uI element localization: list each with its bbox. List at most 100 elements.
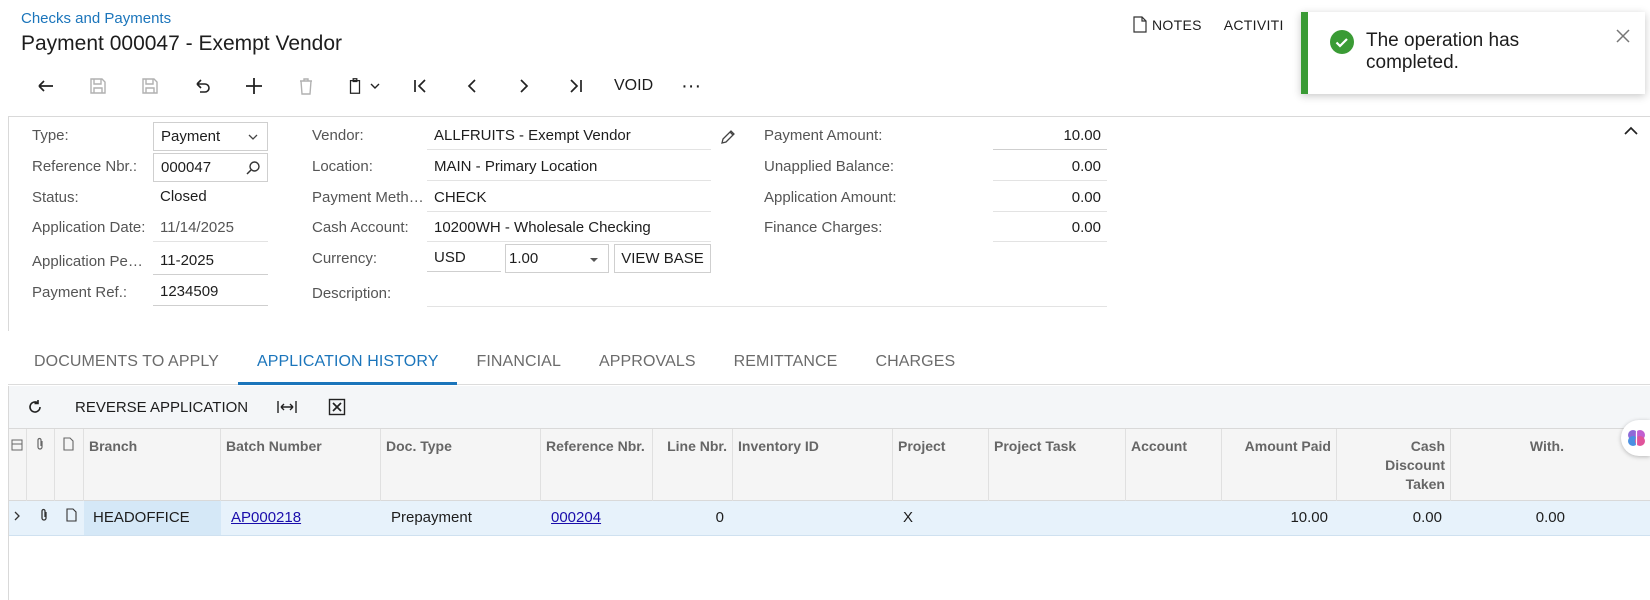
cell-branch[interactable]: HEADOFFICE <box>84 501 221 535</box>
delete-button[interactable] <box>280 70 332 102</box>
col-amount-paid[interactable]: Amount Paid <box>1222 429 1337 501</box>
tab-approvals[interactable]: APPROVALS <box>580 338 715 385</box>
application-history-grid: Branch Batch Number Doc. Type Reference … <box>8 428 1650 600</box>
col-line-nbr[interactable]: Line Nbr. <box>653 429 733 501</box>
reference-nbr-input[interactable]: 000047 <box>153 153 268 182</box>
cell-with: 0.00 <box>1535 509 1565 526</box>
status-label: Status: <box>32 189 79 206</box>
close-icon[interactable] <box>1615 28 1631 44</box>
col-branch[interactable]: Branch <box>84 429 221 501</box>
application-date-label: Application Date: <box>32 219 146 236</box>
cell-amount-paid: 10.00 <box>1290 509 1328 526</box>
description-input[interactable] <box>427 279 1107 307</box>
activities-button[interactable]: ACTIVITI <box>1224 16 1284 33</box>
currency-rate-select[interactable]: 1.00 <box>505 244 609 273</box>
type-select[interactable]: Payment <box>153 122 268 151</box>
first-icon <box>414 79 426 93</box>
cash-account-value[interactable]: 10200WH - Wholesale Checking <box>427 214 711 242</box>
status-value: Closed <box>160 188 207 205</box>
reverse-application-button[interactable]: REVERSE APPLICATION <box>61 386 262 428</box>
top-actions: NOTES ACTIVITI <box>1133 16 1284 33</box>
toast-message: The operation has completed. <box>1366 30 1520 73</box>
save-button[interactable] <box>124 70 176 102</box>
row-note-icon[interactable] <box>61 501 83 535</box>
cell-inventory-id <box>733 501 893 535</box>
location-value[interactable]: MAIN - Primary Location <box>427 153 711 181</box>
success-toast: The operation has completed. <box>1301 12 1645 94</box>
tab-financial[interactable]: FINANCIAL <box>457 338 579 385</box>
notes-header <box>55 429 84 501</box>
refresh-button[interactable] <box>9 386 61 428</box>
pencil-icon[interactable] <box>720 129 736 145</box>
cash-account-label: Cash Account: <box>312 219 409 236</box>
payment-ref-value[interactable]: 1234509 <box>153 278 268 306</box>
search-icon[interactable] <box>245 160 261 176</box>
prev-record-button[interactable] <box>446 70 498 102</box>
tab-remittance[interactable]: REMITTANCE <box>715 338 857 385</box>
row-files-icon[interactable] <box>33 501 55 535</box>
tab-charges[interactable]: CHARGES <box>856 338 974 385</box>
payment-method-label: Payment Meth… <box>312 189 424 206</box>
application-period-label: Application Pe… <box>32 253 143 270</box>
col-project[interactable]: Project <box>893 429 989 501</box>
expand-row-icon[interactable] <box>9 501 27 535</box>
back-button[interactable] <box>20 70 72 102</box>
tab-documents-to-apply[interactable]: DOCUMENTS TO APPLY <box>8 338 238 385</box>
more-button[interactable]: ··· <box>665 70 717 102</box>
location-label: Location: <box>312 158 373 175</box>
col-project-task[interactable]: Project Task <box>989 429 1126 501</box>
view-base-button[interactable]: VIEW BASE <box>614 244 711 273</box>
breadcrumb[interactable]: Checks and Payments <box>21 10 171 27</box>
chevron-right-icon <box>520 79 529 93</box>
brain-icon <box>1628 430 1645 446</box>
cell-batch-number[interactable]: AP000218 <box>226 501 376 535</box>
payment-amount-value[interactable]: 10.00 <box>993 122 1107 150</box>
row-selector-header[interactable] <box>9 429 27 501</box>
add-button[interactable] <box>228 70 280 102</box>
export-excel-button[interactable] <box>312 386 362 428</box>
grid-toolbar: REVERSE APPLICATION <box>8 386 1650 428</box>
void-button[interactable]: VOID <box>602 70 665 102</box>
save-close-button[interactable] <box>72 70 124 102</box>
last-record-button[interactable] <box>550 70 602 102</box>
main-toolbar: VOID ··· <box>20 70 717 102</box>
col-cash-discount-taken[interactable]: Cash Discount Taken <box>1337 429 1451 501</box>
vendor-value[interactable]: ALLFRUITS - Exempt Vendor <box>427 122 711 150</box>
col-batch-number[interactable]: Batch Number <box>221 429 381 501</box>
activities-label: ACTIVITI <box>1223 16 1284 33</box>
trash-icon <box>300 78 312 95</box>
assistant-button[interactable] <box>1621 420 1650 456</box>
col-reference-nbr[interactable]: Reference Nbr. <box>541 429 653 501</box>
first-record-button[interactable] <box>394 70 446 102</box>
payment-method-value[interactable]: CHECK <box>427 184 711 212</box>
currency-label: Currency: <box>312 250 378 267</box>
refresh-icon <box>29 400 41 413</box>
fit-columns-button[interactable] <box>262 386 312 428</box>
copy-paste-button[interactable] <box>332 70 394 102</box>
clipboard-icon <box>349 78 361 94</box>
summary-form: Type: Payment Reference Nbr.: 000047 Sta… <box>8 116 1650 331</box>
cell-reference-nbr[interactable]: 000204 <box>546 501 646 535</box>
application-amount-value: 0.00 <box>993 184 1107 212</box>
payment-amount-label: Payment Amount: <box>764 127 883 144</box>
next-record-button[interactable] <box>498 70 550 102</box>
save-close-icon <box>90 78 106 94</box>
page-title: Payment 000047 - Exempt Vendor <box>21 32 343 55</box>
cell-project: X <box>903 509 914 526</box>
notes-button[interactable]: NOTES <box>1133 16 1202 33</box>
collapse-icon[interactable] <box>1622 123 1640 139</box>
tab-bar: DOCUMENTS TO APPLY APPLICATION HISTORY F… <box>8 338 1650 385</box>
type-value: Payment <box>161 128 221 145</box>
tab-application-history[interactable]: APPLICATION HISTORY <box>237 338 458 385</box>
chevron-down-icon <box>370 83 380 89</box>
currency-value[interactable]: USD <box>427 244 501 272</box>
undo-icon <box>196 79 210 93</box>
col-inventory-id[interactable]: Inventory ID <box>733 429 893 501</box>
undo-button[interactable] <box>176 70 228 102</box>
col-doc-type[interactable]: Doc. Type <box>381 429 541 501</box>
type-label: Type: <box>32 127 69 144</box>
grid-header: Branch Batch Number Doc. Type Reference … <box>9 428 1650 501</box>
table-row[interactable]: HEADOFFICE AP000218 Prepayment 000204 0 … <box>9 501 1650 536</box>
application-period-value[interactable]: 11-2025 <box>153 247 268 275</box>
col-account[interactable]: Account <box>1126 429 1222 501</box>
